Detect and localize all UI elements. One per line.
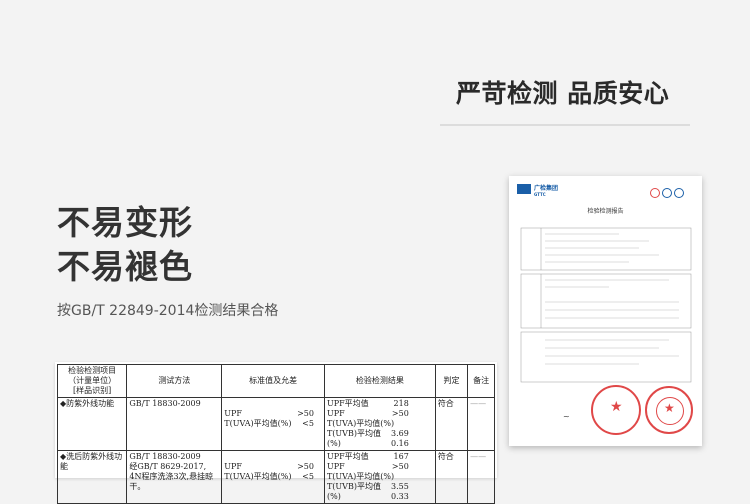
row-method: GB/T 18830-2009 bbox=[126, 397, 223, 451]
inspection-certificate: 广检集团 GTTC 检验检测报告 ~ ★ ★ bbox=[509, 176, 702, 446]
headline-no-deform: 不易变形 bbox=[57, 203, 193, 242]
row-standard: UPF >50 T(UVA)平均值(%) <5 bbox=[221, 450, 325, 504]
cert-body-lines bbox=[520, 227, 692, 383]
row-remark: —— bbox=[467, 397, 495, 451]
row-item: ◆洗后防紫外线功 能 bbox=[56, 450, 128, 504]
headline-no-fade: 不易褪色 bbox=[57, 247, 193, 286]
test-report-table: 检验检测项目 （计量单位） [样品识别] 测试方法 标准值及允差 检验检测结果 … bbox=[55, 362, 497, 504]
header-method: 测试方法 bbox=[126, 364, 223, 398]
standard-note: 按GB/T 22849-2014检测结果合格 bbox=[57, 303, 279, 319]
row-verdict: 符合 bbox=[434, 397, 469, 451]
header-remark: 备注 bbox=[467, 364, 495, 398]
row-remark: —— bbox=[467, 450, 495, 504]
header-standard: 标准值及允差 bbox=[221, 364, 325, 398]
cert-org-name: 广检集团 GTTC bbox=[534, 185, 559, 197]
header-result: 检验检测结果 bbox=[323, 364, 436, 398]
gttc-logo-icon bbox=[517, 184, 531, 194]
cert-accreditation-badges bbox=[649, 183, 689, 198]
row-item: ◆防紫外线功能 bbox=[56, 397, 128, 451]
slogan: 严苛检测 品质安心 bbox=[456, 79, 670, 108]
signature-icon: ~ bbox=[563, 412, 570, 421]
red-seal-icon: ★ bbox=[645, 386, 693, 434]
row-standard: UPF >50 T(UVA)平均值(%) <5 bbox=[221, 397, 325, 451]
slogan-divider bbox=[440, 124, 690, 126]
header-item: 检验检测项目 （计量单位） [样品识别] bbox=[56, 364, 128, 398]
row-verdict: 符合 bbox=[434, 450, 469, 504]
red-seal-icon: ★ bbox=[591, 385, 641, 435]
header-verdict: 判定 bbox=[434, 364, 469, 398]
row-result: UPF平均值 218 UPF >50 T(UVA)平均值(%) 3.69 T(UVB)… bbox=[323, 397, 436, 451]
row-method: GB/T 18830-2009 经GB/T 8629-2017, 4N程序洗涤3… bbox=[126, 450, 223, 504]
table-row: ◆洗后防紫外线功 能 GB/T 18830-2009 经GB/T 8629-20… bbox=[56, 450, 495, 504]
table-row: ◆防紫外线功能 GB/T 18830-2009 UPF >50 T(UVA)平均值… bbox=[56, 397, 495, 451]
row-result: UPF平均值 167 UPF >50 T(UVA)平均值(%) 3.55 T(UVB)… bbox=[323, 450, 436, 504]
